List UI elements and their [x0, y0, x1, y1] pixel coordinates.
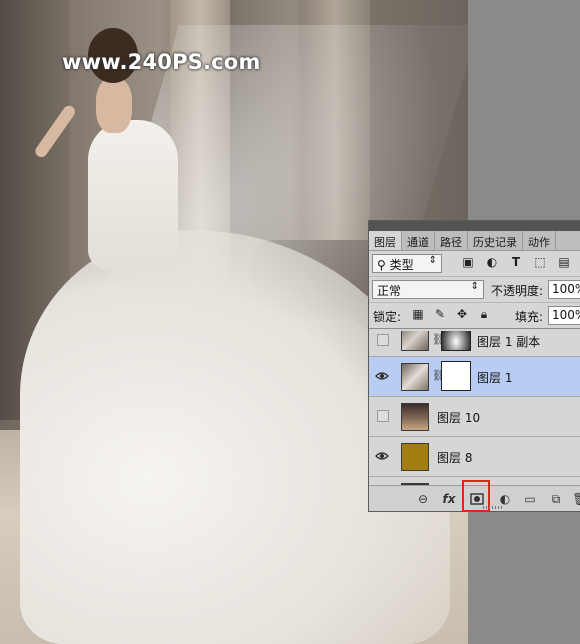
- layer-name[interactable]: 图层 1 副本: [477, 333, 540, 350]
- group-folder-icon[interactable]: ▭: [522, 491, 538, 507]
- tab-history[interactable]: 历史记录: [468, 231, 523, 250]
- watermark-text: www.240PS.com: [62, 50, 261, 74]
- layer-name[interactable]: 图层 8: [437, 449, 472, 466]
- bride-shoulder: [96, 78, 132, 133]
- layer-row-layer-1[interactable]: ⛓ 图层 1: [369, 357, 580, 397]
- fill-label: 填充:: [515, 310, 544, 324]
- opacity-label: 不透明度:: [491, 284, 544, 298]
- layer-mask-thumbnail[interactable]: [441, 361, 471, 391]
- eye-icon[interactable]: [375, 370, 389, 382]
- filter-row: ⚲ 类型 ⇕ ▣ ◐ T ⬚ ▤: [369, 251, 580, 277]
- visibility-toggle-off[interactable]: [377, 410, 389, 422]
- smart-object-filter-icon[interactable]: ▤: [557, 255, 571, 269]
- blend-row: 正常 ⇕ 不透明度: 100%: [369, 277, 580, 303]
- layer-row-layer-10[interactable]: 图层 10: [369, 397, 580, 437]
- layer-thumbnail: [401, 443, 429, 471]
- layers-list: ⛓ 图层 1 副本 ⛓ 图层 1 图层 10 图层 8: [369, 331, 580, 485]
- layer-thumbnail: [401, 331, 429, 351]
- lock-transparent-pixels-icon[interactable]: ▦: [411, 307, 425, 321]
- fill-field[interactable]: 100%: [548, 306, 580, 325]
- layer-name[interactable]: 图层 1: [477, 369, 512, 386]
- delete-icon[interactable]: 🗑︎: [572, 491, 580, 507]
- tab-paths[interactable]: 路径: [435, 231, 468, 250]
- layers-panel: 图层 通道 路径 历史记录 动作 ⚲ 类型 ⇕ ▣ ◐ T ⬚ ▤ 正常 ⇕ 不…: [368, 220, 580, 512]
- shape-filter-icon[interactable]: ⬚: [533, 255, 547, 269]
- layer-thumbnail: [401, 403, 429, 431]
- layer-row-layer-1-copy[interactable]: ⛓ 图层 1 副本: [369, 331, 580, 357]
- blend-mode-select[interactable]: 正常 ⇕: [372, 280, 484, 299]
- panel-tabs: 图层 通道 路径 历史记录 动作: [369, 231, 580, 251]
- type-filter-icon[interactable]: T: [509, 255, 523, 269]
- adjustment-filter-icon[interactable]: ◐: [485, 255, 499, 269]
- blend-mode-value: 正常: [377, 284, 402, 298]
- fx-icon[interactable]: fx: [441, 491, 457, 507]
- lock-position-icon[interactable]: ✥: [455, 307, 469, 321]
- lock-image-pixels-icon[interactable]: ✎: [433, 307, 447, 321]
- layer-row-layer-8[interactable]: 图层 8: [369, 437, 580, 477]
- visibility-toggle-off[interactable]: [377, 334, 389, 346]
- tab-actions[interactable]: 动作: [523, 231, 556, 250]
- eye-icon[interactable]: [375, 450, 389, 462]
- lock-row: 锁定: ▦ ✎ ✥ 🔒︎ 填充: 100%: [369, 303, 580, 329]
- opacity-field[interactable]: 100%: [548, 280, 580, 299]
- bride-torso: [88, 120, 178, 270]
- panel-title-bar[interactable]: [369, 221, 580, 231]
- panel-resize-grip[interactable]: [483, 506, 503, 509]
- updown-arrow-icon: ⇕: [428, 255, 437, 266]
- search-icon: ⚲: [377, 258, 386, 272]
- image-filter-icon[interactable]: ▣: [461, 255, 475, 269]
- adjustment-layer-icon[interactable]: ◐: [497, 491, 513, 507]
- lock-all-icon[interactable]: 🔒︎: [477, 307, 491, 321]
- layer-thumbnail: [401, 363, 429, 391]
- link-icon[interactable]: ⊖: [415, 491, 431, 507]
- updown-arrow-icon: ⇕: [470, 281, 479, 292]
- tab-layers[interactable]: 图层: [369, 231, 402, 250]
- new-layer-icon[interactable]: ⧉: [548, 491, 564, 507]
- filter-kind-label: 类型: [389, 258, 414, 272]
- tab-channels[interactable]: 通道: [402, 231, 435, 250]
- filter-kind-select[interactable]: ⚲ 类型 ⇕: [372, 254, 442, 273]
- layer-name[interactable]: 图层 10: [437, 409, 480, 426]
- lock-label: 锁定:: [373, 310, 402, 324]
- layer-mask-thumbnail[interactable]: [441, 331, 471, 351]
